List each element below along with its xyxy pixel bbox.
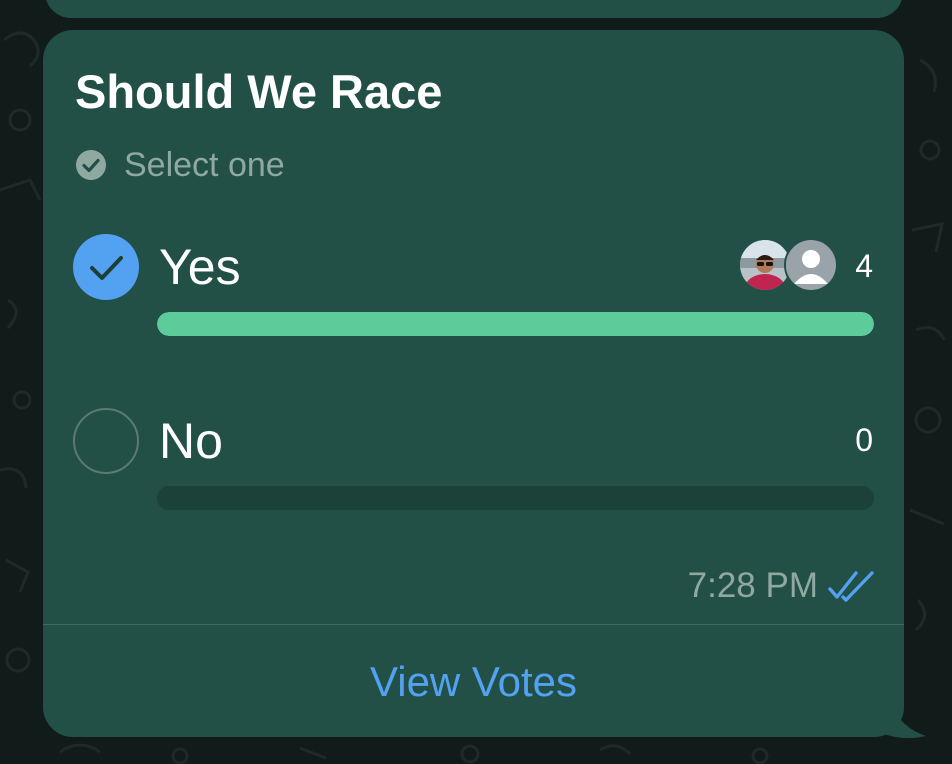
vote-progress-bar bbox=[157, 486, 874, 510]
option-radio-unselected[interactable] bbox=[73, 408, 139, 474]
double-check-read-icon bbox=[828, 569, 874, 603]
message-timestamp: 7:28 PM bbox=[687, 566, 818, 605]
option-label: No bbox=[159, 413, 223, 469]
voter-avatars[interactable] bbox=[738, 238, 842, 294]
vote-count: 0 bbox=[855, 422, 873, 458]
message-meta: 7:28 PM bbox=[688, 564, 874, 608]
vote-count: 4 bbox=[855, 248, 873, 284]
checkmark-icon bbox=[90, 256, 123, 280]
poll-message-bubble: Should We Race Select one Yes 4 No 0 7:2… bbox=[43, 30, 904, 737]
poll-option-yes[interactable]: Yes 4 bbox=[73, 232, 874, 342]
select-hint: Select one bbox=[75, 147, 285, 183]
poll-title: Should We Race bbox=[75, 65, 443, 118]
poll-option-no[interactable]: No 0 bbox=[73, 406, 874, 516]
vote-progress-fill bbox=[157, 312, 874, 336]
divider bbox=[43, 624, 904, 625]
select-hint-text: Select one bbox=[124, 146, 285, 184]
vote-progress-bar bbox=[157, 312, 874, 336]
option-radio-selected[interactable] bbox=[73, 234, 139, 300]
default-avatar-icon bbox=[784, 238, 838, 292]
option-label: Yes bbox=[159, 239, 241, 295]
check-circle-icon bbox=[75, 149, 107, 181]
previous-message-bubble bbox=[45, 0, 903, 18]
view-votes-button[interactable]: View Votes bbox=[43, 650, 904, 714]
